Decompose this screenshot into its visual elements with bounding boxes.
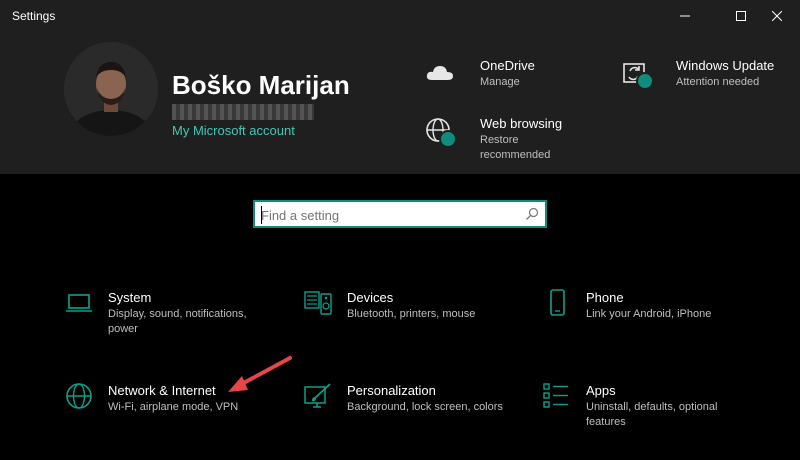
annotation-arrow	[228, 356, 292, 392]
laptop-icon	[66, 294, 92, 312]
category-devices[interactable]: Devices Bluetooth, printers, mouse	[303, 288, 523, 328]
redacted-email	[172, 104, 314, 120]
apps-list-icon	[543, 383, 568, 408]
category-system[interactable]: System Display, sound, notifications, po…	[64, 288, 284, 336]
search-box[interactable]	[253, 200, 547, 228]
avatar-image	[64, 42, 158, 136]
settings-window: Settings Boško Marijan My Microsoft acco…	[0, 0, 800, 460]
category-phone[interactable]: Phone Link your Android, iPhone	[542, 288, 762, 328]
system-subtitle-line-1: Display, sound, notifications,	[108, 308, 247, 320]
web-browsing-subtitle-line-2: recommended	[480, 149, 551, 161]
phone-subtitle: Link your Android, iPhone	[586, 307, 756, 322]
network-title: Network & Internet	[108, 383, 216, 398]
windows-update-subtitle: Attention needed	[676, 76, 760, 88]
window-title: Settings	[12, 9, 56, 23]
search-icon[interactable]	[525, 207, 539, 221]
account-name: Boško Marijan	[172, 70, 350, 100]
devices-subtitle-line-1: Bluetooth, printers, mouse	[347, 308, 476, 320]
network-subtitle: Wi-Fi, airplane mode, VPN	[108, 400, 278, 415]
maximize-icon	[736, 11, 746, 21]
apps-subtitle: Uninstall, defaults, optional features	[586, 400, 736, 430]
system-subtitle-line-2: power	[108, 323, 138, 335]
apps-title: Apps	[586, 383, 616, 398]
devices-subtitle: Bluetooth, printers, mouse	[347, 307, 517, 322]
web-browsing-subtitle-line-1: Restore	[480, 134, 519, 146]
close-button[interactable]	[754, 0, 800, 32]
avatar[interactable]	[64, 42, 158, 136]
paintbrush-icon	[304, 383, 331, 408]
phone-icon	[550, 289, 565, 316]
system-title: System	[108, 290, 152, 305]
globe-icon	[66, 383, 92, 409]
quick-link-web-browsing[interactable]: Web browsing Restore recommended	[424, 116, 594, 161]
minimize-button[interactable]	[662, 0, 708, 32]
browsing-status-badge	[439, 130, 457, 148]
phone-subtitle-line-1: Link your Android, iPhone	[586, 308, 712, 320]
quick-link-windows-update[interactable]: Windows Update Attention needed	[620, 58, 790, 94]
cloud-icon	[426, 66, 453, 80]
microsoft-account-link[interactable]: My Microsoft account	[172, 123, 295, 138]
category-apps[interactable]: Apps Uninstall, defaults, optional featu…	[542, 381, 762, 429]
account-header: Boško Marijan My Microsoft account OneDr…	[0, 32, 800, 174]
web-browsing-subtitle: Restore recommended	[480, 133, 550, 163]
system-subtitle: Display, sound, notifications, power	[108, 307, 258, 337]
apps-subtitle-line-2: features	[586, 416, 626, 428]
personalization-subtitle: Background, lock screen, colors	[347, 400, 527, 415]
close-icon	[772, 11, 782, 21]
devices-title: Devices	[347, 290, 394, 305]
network-subtitle-line-1: Wi-Fi, airplane mode, VPN	[108, 401, 239, 413]
search-input[interactable]	[261, 205, 517, 225]
devices-icon	[304, 291, 332, 315]
category-personalization[interactable]: Personalization Background, lock screen,…	[303, 381, 523, 421]
personalization-subtitle-line-1: Background, lock screen, colors	[347, 401, 503, 413]
personalization-title: Personalization	[347, 383, 436, 398]
phone-title: Phone	[586, 290, 624, 305]
web-browsing-title: Web browsing	[480, 116, 563, 131]
apps-subtitle-line-1: Uninstall, defaults, optional	[586, 401, 718, 413]
update-status-badge	[636, 72, 654, 90]
minimize-icon	[680, 15, 690, 17]
title-bar: Settings	[0, 0, 800, 32]
windows-update-title: Windows Update	[676, 58, 775, 73]
onedrive-subtitle: Manage	[480, 76, 520, 88]
quick-link-onedrive[interactable]: OneDrive Manage	[424, 58, 594, 94]
onedrive-title: OneDrive	[480, 58, 535, 73]
